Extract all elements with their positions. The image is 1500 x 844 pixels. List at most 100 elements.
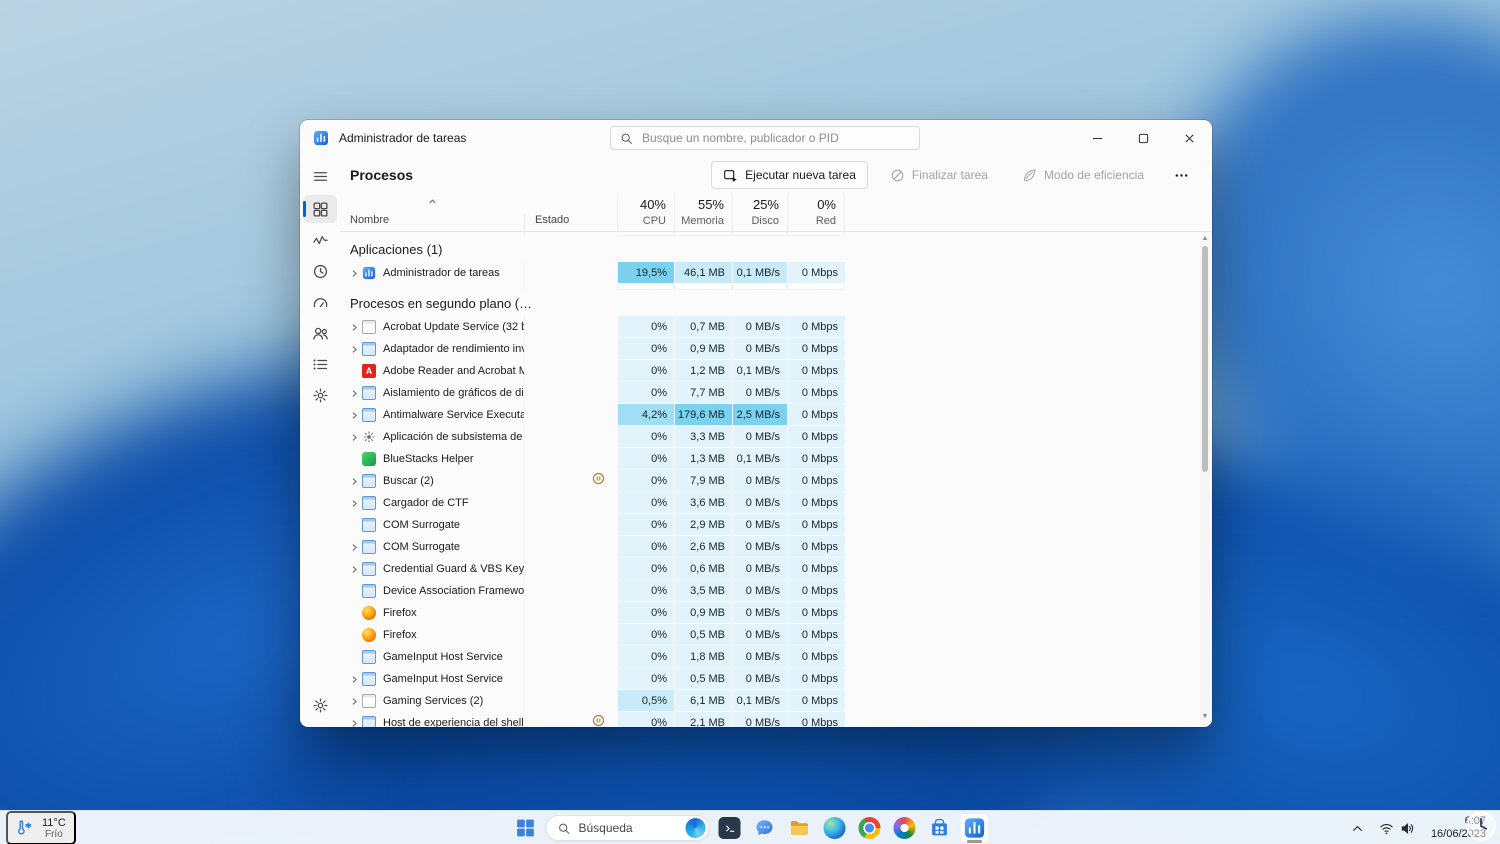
toolbar: Procesos Ejecutar nueva tarea Finalizar …	[340, 156, 1212, 194]
expand-chevron-icon[interactable]	[346, 432, 362, 443]
tray-overflow-button[interactable]	[1344, 814, 1371, 842]
taskbar-edge[interactable]	[820, 813, 850, 843]
memory-cell: 2,1 MB	[674, 712, 732, 727]
taskbar-photos[interactable]	[890, 813, 920, 843]
taskbar-chat[interactable]	[750, 813, 780, 843]
nav-users[interactable]	[303, 319, 337, 347]
process-row[interactable]: Gaming Services (2) 0,5% 6,1 MB 0,1 MB/s 0 M…	[340, 690, 1212, 712]
weather-widget[interactable]: 11°C Frío	[6, 811, 76, 844]
taskbar-store[interactable]	[925, 813, 955, 843]
process-row[interactable]: Buscar (2) 0% 7,9 MB 0 MB/s 0 Mbps	[340, 470, 1212, 492]
expand-chevron-icon[interactable]	[346, 498, 362, 509]
process-row[interactable]: Adaptador de rendimiento inv… 0% 0,9 MB 0 M…	[340, 338, 1212, 360]
titlebar[interactable]: Administrador de tareas	[300, 120, 1212, 156]
network-volume-button[interactable]	[1373, 814, 1421, 842]
process-row[interactable]: Firefox 0% 0,9 MB 0 MB/s 0 Mbps	[340, 602, 1212, 624]
taskmanager-icon	[964, 817, 986, 839]
nav-processes[interactable]	[303, 195, 337, 223]
generic-window-icon	[362, 408, 376, 422]
process-row[interactable]: Acrobat Update Service (32 bits) 0%0,7 MB…	[340, 316, 1212, 338]
nav-settings[interactable]	[303, 691, 337, 719]
scroll-down-icon[interactable]: ▼	[1200, 713, 1210, 721]
network-cell: 0 Mbps	[787, 558, 845, 580]
titlebar-search[interactable]	[610, 126, 920, 150]
scrollbar-thumb[interactable]	[1202, 246, 1208, 472]
minimize-button[interactable]	[1074, 120, 1120, 156]
end-task-button[interactable]: Finalizar tarea	[878, 161, 1000, 189]
expand-chevron-icon[interactable]	[346, 542, 362, 553]
process-status-cell	[524, 536, 617, 558]
memory-cell: 0,5 MB	[674, 668, 732, 690]
process-list: Aplicaciones (1) Administrador de tareas 1…	[340, 232, 1212, 727]
nav-performance[interactable]	[303, 226, 337, 254]
column-header-disk[interactable]: 25% Disco	[732, 194, 787, 231]
expand-chevron-icon[interactable]	[346, 322, 362, 333]
expand-chevron-icon[interactable]	[346, 696, 362, 707]
cpu-cell: 0%	[617, 602, 674, 624]
window-title: Administrador de tareas	[339, 131, 467, 145]
scrollbar[interactable]: ▲ ▼	[1200, 234, 1210, 722]
generic-window-icon	[362, 562, 376, 576]
cpu-cell: 0%	[617, 624, 674, 646]
process-row[interactable]: Credential Guard & VBS Key Is…0%0,6 MB0 …	[340, 558, 1212, 580]
expand-chevron-icon[interactable]	[346, 674, 362, 685]
nav-services[interactable]	[303, 381, 337, 409]
cpu-cell: 19,5%	[617, 262, 674, 284]
process-row[interactable]: BlueStacks Helper 0% 1,3 MB 0,1 MB/s 0 Mbps	[340, 448, 1212, 470]
process-row[interactable]: Antimalware Service Executable 4,2%179,6 …	[340, 404, 1212, 426]
process-row[interactable]: Device Association Framewor… 0% 3,5 MB 0 MB…	[340, 580, 1212, 602]
process-row[interactable]: Aplicación de subsistema de c…0%3,3 MB0 …	[340, 426, 1212, 448]
search-input[interactable]	[640, 130, 910, 146]
gear-icon	[362, 430, 376, 444]
group-header[interactable]: Procesos en segundo plano (…	[340, 290, 1212, 316]
memory-cell: 1,8 MB	[674, 646, 732, 668]
efficiency-mode-button[interactable]: Modo de eficiencia	[1010, 161, 1156, 189]
run-new-task-button[interactable]: Ejecutar nueva tarea	[711, 161, 868, 189]
process-status-cell	[524, 624, 617, 646]
cpu-cell: 0%	[617, 360, 674, 382]
expand-chevron-icon[interactable]	[346, 344, 362, 355]
column-header-memory[interactable]: 55% Memoria	[674, 194, 732, 231]
scroll-up-icon[interactable]: ▲	[1200, 235, 1210, 243]
nav-startup-apps[interactable]	[303, 288, 337, 316]
more-options-button[interactable]	[1166, 161, 1196, 189]
network-cell: 0 Mbps	[787, 668, 845, 690]
process-row[interactable]: Aislamiento de gráficos de dis…0%7,7 MB0…	[340, 382, 1212, 404]
column-header-status[interactable]: Estado	[524, 214, 617, 231]
taskbar-chrome[interactable]	[855, 813, 885, 843]
store-icon	[929, 817, 951, 839]
process-row[interactable]: Cargador de CTF 0% 3,6 MB 0 MB/s 0 Mbps	[340, 492, 1212, 514]
column-header-cpu[interactable]: 40% CPU	[617, 194, 674, 231]
process-row[interactable]: Firefox 0% 0,5 MB 0 MB/s 0 Mbps	[340, 624, 1212, 646]
process-row[interactable]: Host de experiencia del shell d… 0%2,1 MB…	[340, 712, 1212, 727]
nav-app-history[interactable]	[303, 257, 337, 285]
nav-details[interactable]	[303, 350, 337, 378]
column-header-network[interactable]: 0% Red	[787, 194, 845, 231]
expand-chevron-icon[interactable]	[346, 388, 362, 399]
expand-chevron-icon[interactable]	[346, 268, 362, 279]
process-row[interactable]: Administrador de tareas 19,5% 46,1 MB 0,1 M…	[340, 262, 1212, 284]
taskbar-file-explorer[interactable]	[785, 813, 815, 843]
hamburger-icon	[312, 168, 329, 185]
taskbar-search[interactable]: Búsqueda	[545, 815, 710, 841]
bing-icon[interactable]	[685, 818, 706, 838]
expand-chevron-icon[interactable]	[346, 410, 362, 421]
process-row[interactable]: A Adobe Reader and Acrobat M… 0% 1,2 MB 0,1 …	[340, 360, 1212, 382]
process-row[interactable]: GameInput Host Service 0% 1,8 MB 0 MB/s 0 Mb…	[340, 646, 1212, 668]
maximize-button[interactable]	[1120, 120, 1166, 156]
group-header[interactable]: Aplicaciones (1)	[340, 236, 1212, 262]
close-button[interactable]	[1166, 120, 1212, 156]
expand-chevron-icon[interactable]	[346, 476, 362, 487]
chrome-icon	[858, 817, 881, 839]
expand-chevron-icon[interactable]	[346, 718, 362, 728]
taskbar-terminal[interactable]	[715, 813, 745, 843]
process-row[interactable]: GameInput Host Service 0% 0,5 MB 0 MB/s 0 Mb…	[340, 668, 1212, 690]
process-row[interactable]: COM Surrogate 0% 2,6 MB 0 MB/s 0 Mbps	[340, 536, 1212, 558]
taskbar-taskmanager[interactable]	[959, 813, 990, 843]
details-icon	[312, 356, 329, 373]
expand-chevron-icon[interactable]	[346, 564, 362, 575]
menu-toggle-button[interactable]	[303, 162, 337, 190]
start-button[interactable]	[511, 813, 541, 843]
process-row[interactable]: COM Surrogate 0% 2,9 MB 0 MB/s 0 Mbps	[340, 514, 1212, 536]
column-header-name[interactable]: Nombre	[340, 214, 524, 231]
